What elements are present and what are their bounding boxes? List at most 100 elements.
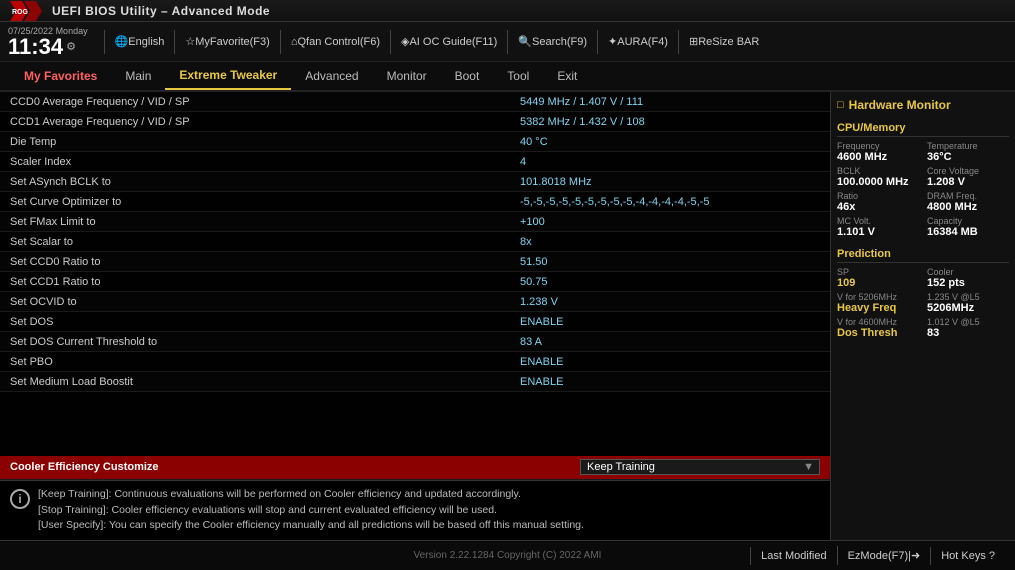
aura-button[interactable]: ✦ AURA(F4) <box>608 35 668 48</box>
hw-pred-label: SP <box>837 267 919 277</box>
hw-monitor-title: □ Hardware Monitor <box>837 98 1009 112</box>
fan-icon: ⌂ <box>291 36 298 48</box>
content-panel: CCD0 Average Frequency / VID / SP5449 MH… <box>0 92 830 540</box>
hw-stat-cell: Core Voltage1.208 V <box>927 166 1009 188</box>
row-value: 40 °C <box>520 136 820 148</box>
table-row: Set CCD1 Ratio to50.75 <box>0 272 830 292</box>
info-line: [User Specify]: You can specify the Cool… <box>38 518 584 534</box>
resize-icon: ⊞ <box>689 35 698 48</box>
hw-stat-cell: BCLK100.0000 MHz <box>837 166 919 188</box>
hw-pred-value: 83 <box>927 327 1009 339</box>
hw-stat-label: Capacity <box>927 216 1009 226</box>
cooler-efficiency-row[interactable]: Cooler Efficiency Customize Keep Trainin… <box>0 456 830 480</box>
info-bar: 07/25/2022 Monday 11:34 ⚙ 🌐 English ☆ My… <box>0 22 1015 62</box>
row-label: Set ASynch BCLK to <box>10 176 520 188</box>
table-row: Set Curve Optimizer to-5,-5,-5,-5,-5,-5,… <box>0 192 830 212</box>
hw-stat-cell: Temperature36°C <box>927 141 1009 163</box>
hw-stat-label: Ratio <box>837 191 919 201</box>
prediction-section: Prediction <box>837 248 1009 263</box>
table-row: CCD0 Average Frequency / VID / SP5449 MH… <box>0 92 830 112</box>
row-value: 51.50 <box>520 256 820 268</box>
table-row: Set Scalar to8x <box>0 232 830 252</box>
hw-stat-cell: Ratio46x <box>837 191 919 213</box>
resize-button[interactable]: ⊞ ReSize BAR <box>689 35 759 48</box>
hw-pred-label: V for 4600MHz <box>837 317 919 327</box>
main-layout: CCD0 Average Frequency / VID / SP5449 MH… <box>0 92 1015 540</box>
cooler-efficiency-dropdown[interactable]: Keep Training ▼ <box>580 459 820 475</box>
hw-pred-value: Dos Thresh <box>837 327 919 339</box>
settings-table: CCD0 Average Frequency / VID / SP5449 MH… <box>0 92 830 456</box>
aioc-button[interactable]: ◈ AI OC Guide(F11) <box>401 35 497 48</box>
hw-stat-value: 1.208 V <box>927 176 1009 188</box>
qfan-button[interactable]: ⌂ Qfan Control(F6) <box>291 36 380 48</box>
hw-stat-value: 4800 MHz <box>927 201 1009 213</box>
row-value: 8x <box>520 236 820 248</box>
info-text: [Keep Training]: Continuous evaluations … <box>38 487 584 534</box>
nav-extreme-tweaker[interactable]: Extreme Tweaker <box>165 62 291 90</box>
hw-pred-label: 1.235 V @L5 <box>927 292 1009 302</box>
ai-icon: ◈ <box>401 35 409 48</box>
row-value: 5382 MHz / 1.432 V / 108 <box>520 116 820 128</box>
nav-my-favorites[interactable]: My Favorites <box>10 62 111 90</box>
hw-pred-value: Heavy Freq <box>837 302 919 314</box>
row-value: ENABLE <box>520 316 820 328</box>
table-row: Set DOSENABLE <box>0 312 830 332</box>
hw-pred-label: Cooler <box>927 267 1009 277</box>
hw-pred-cell: V for 4600MHzDos Thresh <box>837 317 919 339</box>
hw-monitor-panel: □ Hardware Monitor CPU/Memory Frequency4… <box>830 92 1015 540</box>
table-row: Set ASynch BCLK to101.8018 MHz <box>0 172 830 192</box>
nav-boot[interactable]: Boot <box>441 62 494 90</box>
info-line: [Keep Training]: Continuous evaluations … <box>38 487 584 503</box>
row-value: 50.75 <box>520 276 820 288</box>
prediction-grid: SP109Cooler152 ptsV for 5206MHzHeavy Fre… <box>837 267 1009 339</box>
hw-stat-cell: DRAM Freq.4800 MHz <box>927 191 1009 213</box>
nav-exit[interactable]: Exit <box>543 62 591 90</box>
search-button[interactable]: 🔍 Search(F9) <box>518 35 587 48</box>
table-row: CCD1 Average Frequency / VID / SP5382 MH… <box>0 112 830 132</box>
myfavorite-button[interactable]: ☆ MyFavorite(F3) <box>185 35 269 48</box>
row-label: Set DOS <box>10 316 520 328</box>
hw-stat-label: BCLK <box>837 166 919 176</box>
ezmode-button[interactable]: EzMode(F7)|➜ <box>837 546 931 565</box>
hw-stat-cell: Capacity16384 MB <box>927 216 1009 238</box>
hw-stat-label: DRAM Freq. <box>927 191 1009 201</box>
aura-icon: ✦ <box>608 35 617 48</box>
hw-stat-label: MC Volt. <box>837 216 919 226</box>
language-selector[interactable]: 🌐 English <box>115 35 165 48</box>
row-label: Die Temp <box>10 136 520 148</box>
hw-stat-value: 46x <box>837 201 919 213</box>
info-line: [Stop Training]: Cooler efficiency evalu… <box>38 503 584 519</box>
row-label: Set DOS Current Threshold to <box>10 336 520 348</box>
nav-bar: My Favorites Main Extreme Tweaker Advanc… <box>0 62 1015 92</box>
table-row: Die Temp40 °C <box>0 132 830 152</box>
last-modified-button[interactable]: Last Modified <box>750 547 836 565</box>
hw-stat-value: 36°C <box>927 151 1009 163</box>
row-value: 83 A <box>520 336 820 348</box>
row-label: Set CCD0 Ratio to <box>10 256 520 268</box>
datetime: 07/25/2022 Monday 11:34 ⚙ <box>8 26 88 58</box>
row-label: Scaler Index <box>10 156 520 168</box>
dropdown-arrow-icon: ▼ <box>803 461 814 473</box>
row-value: 101.8018 MHz <box>520 176 820 188</box>
nav-tool[interactable]: Tool <box>493 62 543 90</box>
settings-icon[interactable]: ⚙ <box>66 40 76 53</box>
hw-stat-value: 1.101 V <box>837 226 919 238</box>
row-value: +100 <box>520 216 820 228</box>
cpu-memory-grid: Frequency4600 MHz Temperature36°C BCLK100.… <box>837 141 1009 238</box>
table-row: Set PBOENABLE <box>0 352 830 372</box>
hot-keys-button[interactable]: Hot Keys ? <box>930 547 1005 565</box>
nav-monitor[interactable]: Monitor <box>373 62 441 90</box>
nav-main[interactable]: Main <box>111 62 165 90</box>
info-icon: i <box>10 489 30 509</box>
svg-text:ROG: ROG <box>12 9 29 16</box>
title-bar: ROG UEFI BIOS Utility – Advanced Mode <box>0 0 1015 22</box>
hw-pred-value: 109 <box>837 277 919 289</box>
hw-stat-label: Frequency <box>837 141 919 151</box>
hw-pred-cell: SP109 <box>837 267 919 289</box>
hw-stat-value: 100.0000 MHz <box>837 176 919 188</box>
row-value: 1.238 V <box>520 296 820 308</box>
row-label: Set FMax Limit to <box>10 216 520 228</box>
hw-stat-cell: Frequency4600 MHz <box>837 141 919 163</box>
nav-advanced[interactable]: Advanced <box>291 62 372 90</box>
row-label: Set OCVID to <box>10 296 520 308</box>
